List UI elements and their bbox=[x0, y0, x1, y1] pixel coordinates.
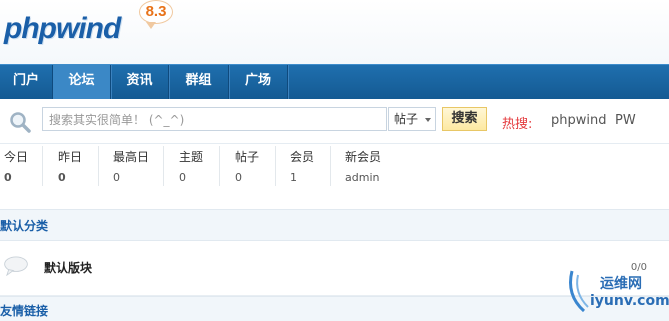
search-bar: 搜索其实很简单！ (^_^) 帖子 搜索 热搜: phpwind PW bbox=[0, 99, 669, 144]
stat-new-member: 新会员 admin bbox=[345, 146, 405, 186]
stat-value: 0 bbox=[58, 171, 66, 184]
site-header: phpwind 8.3 bbox=[0, 0, 669, 64]
nav-item-portal[interactable]: 门户 bbox=[0, 65, 53, 99]
stat-label: 帖子 bbox=[235, 150, 260, 164]
stat-label: 新会员 bbox=[345, 150, 382, 164]
stat-today: 今日 0 bbox=[4, 146, 43, 186]
hot-search-link[interactable]: PW bbox=[615, 113, 636, 128]
search-icon bbox=[10, 112, 31, 133]
nav-item-plaza[interactable]: 广场 bbox=[229, 65, 288, 99]
friend-links-title: 友情链接 bbox=[0, 304, 49, 318]
stat-members: 会员 1 bbox=[290, 146, 331, 186]
category-header: 默认分类 bbox=[0, 209, 669, 241]
nav-item-forum[interactable]: 论坛 bbox=[53, 65, 111, 99]
stat-value: 0 bbox=[4, 171, 12, 184]
watermark-logo-icon bbox=[569, 270, 589, 313]
stat-label: 昨日 bbox=[58, 150, 83, 164]
stat-label: 会员 bbox=[290, 150, 315, 164]
stat-value: 0 bbox=[113, 171, 120, 184]
stat-value: 0 bbox=[179, 171, 186, 184]
forum-stats: 今日 0 昨日 0 最高日 0 主题 0 帖子 0 会员 1 新会员 admin bbox=[0, 144, 669, 190]
version-badge: 8.3 bbox=[139, 0, 173, 29]
hot-search-label: 热搜: bbox=[502, 117, 533, 132]
main-nav: 门户 论坛 资讯 群组 广场 bbox=[0, 64, 669, 99]
search-button[interactable]: 搜索 bbox=[442, 107, 487, 131]
stat-peak: 最高日 0 bbox=[113, 146, 164, 186]
search-type-select[interactable]: 帖子 bbox=[388, 107, 436, 131]
stat-value: 1 bbox=[290, 171, 297, 184]
nav-item-groups[interactable]: 群组 bbox=[169, 65, 229, 99]
stat-label: 主题 bbox=[179, 150, 204, 164]
nav-item-news[interactable]: 资讯 bbox=[111, 65, 169, 99]
hot-search-link[interactable]: phpwind bbox=[551, 113, 606, 128]
site-logo[interactable]: phpwind bbox=[4, 12, 121, 46]
speech-bubble-icon bbox=[4, 256, 28, 276]
watermark-line2: iyunv.com bbox=[590, 293, 669, 309]
stat-label: 今日 bbox=[4, 150, 29, 164]
stat-posts: 帖子 0 bbox=[235, 146, 276, 186]
category-title[interactable]: 默认分类 bbox=[0, 217, 48, 234]
chevron-down-icon bbox=[425, 118, 431, 122]
forum-name-link[interactable]: 默认版块 bbox=[44, 259, 92, 276]
stat-label: 最高日 bbox=[113, 150, 150, 164]
search-input[interactable]: 搜索其实很简单！ (^_^) bbox=[42, 107, 387, 131]
watermark: 运维网 iyunv.com bbox=[560, 265, 669, 317]
stat-topics: 主题 0 bbox=[179, 146, 220, 186]
new-member-link[interactable]: admin bbox=[345, 171, 405, 184]
stat-yesterday: 昨日 0 bbox=[58, 146, 99, 186]
search-type-label: 帖子 bbox=[394, 112, 419, 126]
stat-value: 0 bbox=[235, 171, 242, 184]
watermark-line1: 运维网 bbox=[600, 276, 642, 292]
